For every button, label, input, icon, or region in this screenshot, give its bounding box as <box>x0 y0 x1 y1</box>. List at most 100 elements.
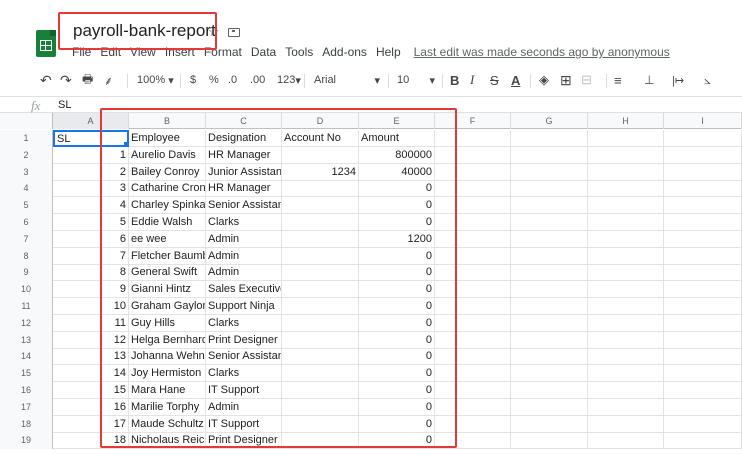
cell-b17[interactable]: Marilie Torphy <box>129 398 206 416</box>
row-header[interactable]: 12 <box>0 314 53 332</box>
select-all-corner[interactable] <box>0 113 53 129</box>
cell-h16[interactable] <box>588 382 664 399</box>
row-header[interactable]: 13 <box>0 331 53 349</box>
cell-f1[interactable] <box>435 130 511 147</box>
cell-h10[interactable] <box>588 281 664 299</box>
cell-c14[interactable]: Senior Assistant Professor <box>206 348 282 366</box>
cell-e5[interactable]: 0 <box>359 197 435 215</box>
cell-e2[interactable]: 800000 <box>359 146 435 164</box>
cell-e3[interactable]: 40000 <box>359 163 435 181</box>
cell-h15[interactable] <box>588 365 664 383</box>
cell-h4[interactable] <box>588 180 664 198</box>
cell-b4[interactable]: Catharine Cronin <box>129 180 206 198</box>
cell-d5[interactable] <box>282 197 359 215</box>
italic-button[interactable]: I <box>466 70 478 90</box>
cell-d3[interactable]: 1234 <box>282 163 359 181</box>
cell-c5[interactable]: Senior Assistant Professor <box>206 197 282 215</box>
cell-c13[interactable]: Print Designer <box>206 331 282 349</box>
strikethrough-button[interactable]: S <box>486 70 503 90</box>
row-header[interactable]: 7 <box>0 230 53 248</box>
cell-i18[interactable] <box>664 415 742 433</box>
cell-i10[interactable] <box>664 281 742 299</box>
cell-h2[interactable] <box>588 146 664 164</box>
cell-e7[interactable]: 1200 <box>359 230 435 248</box>
row-header[interactable]: 2 <box>0 146 53 164</box>
cell-i4[interactable] <box>664 180 742 198</box>
cell-e10[interactable]: 0 <box>359 281 435 299</box>
undo-icon[interactable]: ↶ <box>36 70 56 90</box>
column-header-d[interactable]: D <box>282 113 359 129</box>
cell-b14[interactable]: Johanna Wehner <box>129 348 206 366</box>
cell-i8[interactable] <box>664 247 742 265</box>
cell-a2[interactable]: 1 <box>53 146 129 164</box>
cell-f7[interactable] <box>435 230 511 248</box>
cell-c18[interactable]: IT Support <box>206 415 282 433</box>
cell-e9[interactable]: 0 <box>359 264 435 282</box>
cell-d13[interactable] <box>282 331 359 349</box>
cell-d8[interactable] <box>282 247 359 265</box>
cell-b13[interactable]: Helga Bernhard <box>129 331 206 349</box>
text-rotation-icon[interactable]: ⦣ <box>700 70 715 90</box>
cell-i6[interactable] <box>664 214 742 231</box>
cell-f6[interactable] <box>435 214 511 231</box>
cell-a11[interactable]: 10 <box>53 298 129 315</box>
cell-g5[interactable] <box>511 197 588 215</box>
column-header-h[interactable]: H <box>588 113 664 129</box>
cell-i7[interactable] <box>664 230 742 248</box>
cell-b7[interactable]: ee wee <box>129 230 206 248</box>
cell-i3[interactable] <box>664 163 742 181</box>
row-header[interactable]: 14 <box>0 348 53 366</box>
row-header[interactable]: 19 <box>0 432 53 450</box>
row-header[interactable]: 9 <box>0 264 53 282</box>
row-header[interactable]: 4 <box>0 180 53 198</box>
cell-d4[interactable] <box>282 180 359 198</box>
cell-b9[interactable]: General Swift <box>129 264 206 282</box>
vertical-align-icon[interactable]: ⊥ <box>640 70 658 90</box>
paint-format-icon[interactable]: ⸙ <box>100 70 117 90</box>
cell-c19[interactable]: Print Designer <box>206 432 282 450</box>
cell-f12[interactable] <box>435 314 511 332</box>
cell-f14[interactable] <box>435 348 511 366</box>
move-to-folder-icon[interactable] <box>228 28 240 37</box>
font-size-select[interactable]: 10 ▾ <box>393 70 439 90</box>
cell-f13[interactable] <box>435 331 511 349</box>
borders-icon[interactable]: ⊞ <box>556 70 576 90</box>
cell-g18[interactable] <box>511 415 588 433</box>
last-edit-link[interactable]: Last edit was made seconds ago by anonym… <box>414 45 670 61</box>
row-header[interactable]: 11 <box>0 298 53 315</box>
cell-a8[interactable]: 7 <box>53 247 129 265</box>
cell-c16[interactable]: IT Support <box>206 382 282 399</box>
cell-h5[interactable] <box>588 197 664 215</box>
cell-d19[interactable] <box>282 432 359 450</box>
cell-e4[interactable]: 0 <box>359 180 435 198</box>
cell-d12[interactable] <box>282 314 359 332</box>
merge-cells-icon[interactable]: ⊟ <box>577 70 596 90</box>
cell-d15[interactable] <box>282 365 359 383</box>
cell-c1[interactable]: Designation <box>206 130 282 147</box>
cell-b6[interactable]: Eddie Walsh <box>129 214 206 231</box>
cell-a5[interactable]: 4 <box>53 197 129 215</box>
cell-e1[interactable]: Amount <box>359 130 435 147</box>
google-sheets-logo-icon[interactable] <box>36 30 56 57</box>
currency-format-button[interactable]: $ <box>186 70 200 90</box>
cell-f8[interactable] <box>435 247 511 265</box>
row-header[interactable]: 5 <box>0 197 53 215</box>
cell-a1[interactable]: SL <box>53 130 129 147</box>
cell-g11[interactable] <box>511 298 588 315</box>
cell-h14[interactable] <box>588 348 664 366</box>
cell-f15[interactable] <box>435 365 511 383</box>
fill-color-icon[interactable]: ◈ <box>535 70 553 90</box>
cell-a19[interactable]: 18 <box>53 432 129 450</box>
zoom-select[interactable]: 100% ▾ <box>133 70 178 90</box>
cell-h18[interactable] <box>588 415 664 433</box>
cell-h6[interactable] <box>588 214 664 231</box>
font-family-select[interactable]: Arial ▾ <box>310 70 384 90</box>
cell-b2[interactable]: Aurelio Davis <box>129 146 206 164</box>
row-header[interactable]: 1 <box>0 130 53 147</box>
cell-a9[interactable]: 8 <box>53 264 129 282</box>
cell-a3[interactable]: 2 <box>53 163 129 181</box>
cell-a17[interactable]: 16 <box>53 398 129 416</box>
more-formats-select[interactable]: 123 ▾ <box>273 70 305 90</box>
row-header[interactable]: 18 <box>0 415 53 433</box>
cell-c12[interactable]: Clarks <box>206 314 282 332</box>
